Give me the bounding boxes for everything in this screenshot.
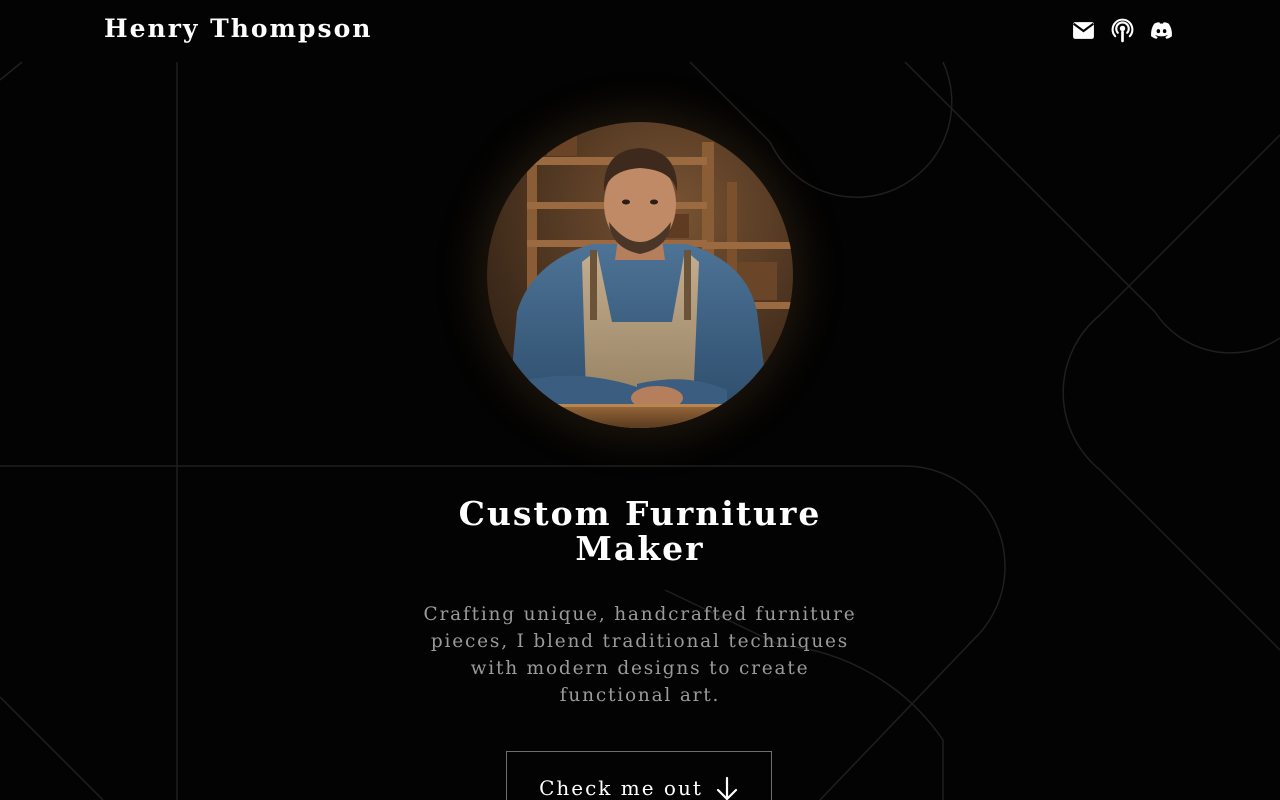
site-header: Henry Thompson	[0, 0, 1280, 62]
podcast-link[interactable]	[1110, 18, 1135, 43]
hero-title: Custom Furniture Maker	[390, 496, 890, 566]
hero-subtitle-line-3: with modern designs to create	[470, 658, 810, 679]
social-links	[1071, 18, 1174, 43]
portrait-frame	[487, 122, 793, 428]
hero-subtitle-line-2: pieces, I blend traditional techniques	[430, 631, 850, 652]
cta-label: Check me out	[539, 776, 703, 800]
hero-title-line-2: Maker	[575, 529, 705, 568]
podcast-icon	[1111, 18, 1134, 43]
email-icon	[1072, 22, 1095, 39]
hero-subtitle-line-1: Crafting unique, handcrafted furniture	[423, 604, 857, 625]
discord-link[interactable]	[1149, 18, 1174, 43]
portrait-image	[487, 122, 793, 428]
arrow-down-icon	[716, 776, 738, 800]
hero-subtitle-line-4: functional art.	[559, 685, 721, 706]
brand-name[interactable]: Henry Thompson	[104, 14, 372, 43]
hero-title-line-1: Custom Furniture	[458, 494, 822, 533]
hero-subtitle: Crafting unique, handcrafted furniture p…	[415, 601, 865, 709]
email-link[interactable]	[1071, 18, 1096, 43]
landing-page: Henry Thompson Custom Furniture Maker Cr…	[0, 0, 1280, 800]
discord-icon	[1151, 22, 1172, 39]
check-me-out-button[interactable]: Check me out	[506, 751, 772, 800]
